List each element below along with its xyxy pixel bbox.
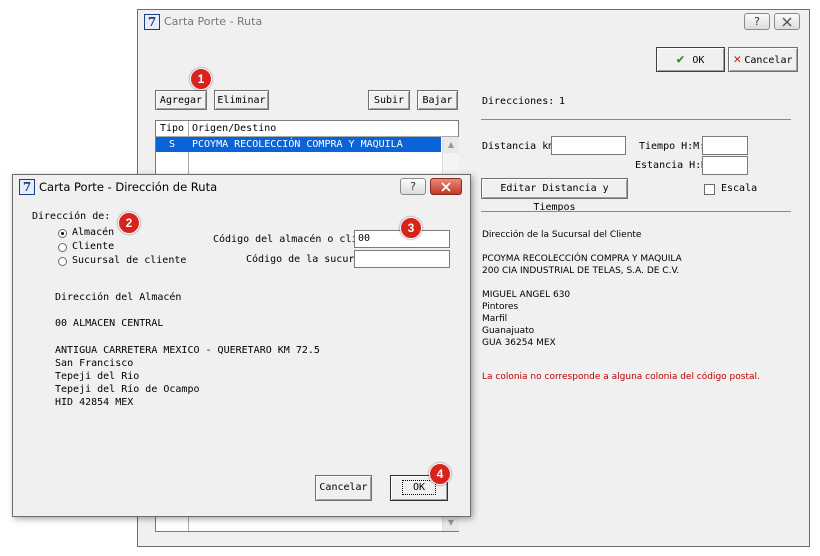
agregar-button[interactable]: Agregar — [155, 90, 207, 110]
direccion-de-label: Dirección de: — [32, 211, 111, 222]
colonia-warning: La colonia no corresponde a alguna colon… — [482, 372, 760, 382]
step-badge-4: 4 — [429, 463, 451, 485]
radio-cliente[interactable] — [58, 243, 67, 252]
table-header: Tipo Origen/Destino — [156, 121, 458, 137]
dialog-titlebar: 7 Carta Porte - Dirección de Ruta ? — [13, 175, 470, 197]
address-line: ANTIGUA CARRETERA MEXICO - QUERETARO KM … — [55, 345, 320, 356]
step-badge-1: 1 — [190, 68, 212, 90]
address-line: MIGUEL ANGEL 630 — [482, 290, 571, 300]
address-line: Pintores — [482, 302, 519, 312]
subir-button[interactable]: Subir — [368, 90, 410, 110]
radio-almacen[interactable] — [58, 229, 67, 238]
dialog-title: Carta Porte - Dirección de Ruta — [39, 180, 218, 194]
x-icon: ✕ — [733, 52, 742, 67]
escala-checkbox[interactable] — [704, 184, 715, 195]
address-line — [482, 277, 682, 289]
close-icon — [441, 182, 451, 192]
sucursal-address: PCOYMA RECOLECCIÓN COMPRA Y MAQUILA 200 … — [482, 253, 682, 349]
address-line: GUA 36254 MEX — [482, 338, 556, 348]
help-button[interactable]: ? — [744, 13, 770, 30]
tiempo-field[interactable] — [702, 136, 748, 155]
scroll-down-arrow-icon[interactable]: ▼ — [443, 515, 459, 531]
address-line: Tepeji del Rio — [55, 371, 140, 382]
bajar-button[interactable]: Bajar — [417, 90, 458, 110]
direcciones-label: Direcciones: — [482, 96, 555, 107]
address-heading: Dirección del Almacén — [55, 292, 182, 303]
row-tipo: S — [169, 139, 176, 150]
divider-2 — [481, 211, 791, 212]
radio-almacen-label: Almacén — [72, 227, 115, 238]
address-line: 200 CIA INDUSTRIAL DE TELAS, S.A. DE C.V… — [482, 266, 680, 276]
almacen-address: ANTIGUA CARRETERA MEXICO - QUERETARO KM … — [55, 344, 320, 409]
distancia-field[interactable] — [551, 136, 626, 155]
cancel-label: Cancelar — [744, 55, 793, 66]
app-icon: 7 — [19, 179, 35, 195]
distancia-label: Distancia km: — [482, 141, 561, 152]
editar-distancia-button[interactable]: Editar Distancia y Tiempos — [481, 178, 628, 213]
cancel-button[interactable]: ✕ Cancelar — [728, 47, 798, 72]
tiempo-label: Tiempo H:M: — [639, 141, 706, 152]
address-line: PCOYMA RECOLECCIÓN COMPRA Y MAQUILA — [482, 254, 682, 264]
row-origen: PCOYMA RECOLECCIÓN COMPRA Y MAQUILA — [192, 139, 403, 150]
dialog-cancelar-button[interactable]: Cancelar — [315, 475, 372, 501]
step-badge-2: 2 — [118, 212, 140, 234]
col-origen: Origen/Destino — [192, 123, 277, 134]
check-icon: ✔ — [676, 52, 685, 67]
close-icon — [782, 17, 792, 27]
address-line: Guanajuato — [482, 326, 535, 336]
col-tipo: Tipo — [160, 123, 185, 134]
address-line: HID 42854 MEX — [55, 397, 134, 408]
address-line: San Francisco — [55, 358, 134, 369]
dialog-help-button[interactable]: ? — [400, 178, 426, 195]
route-titlebar: 7 Carta Porte - Ruta ? — [138, 10, 809, 32]
sucursal-code-field[interactable] — [354, 250, 450, 268]
app-icon: 7 — [144, 14, 160, 30]
divider-1 — [481, 119, 791, 120]
eliminar-button[interactable]: Eliminar — [214, 90, 269, 110]
address-line: Marfil — [482, 314, 508, 324]
almacen-line: 00 ALMACEN CENTRAL — [55, 318, 164, 329]
direcciones-count: 1 — [559, 96, 566, 107]
close-button[interactable] — [774, 13, 800, 30]
scroll-up-arrow-icon[interactable]: ▲ — [443, 137, 459, 153]
dialog-close-button[interactable] — [430, 178, 462, 195]
step-badge-3: 3 — [400, 217, 422, 239]
radio-cliente-label: Cliente — [72, 241, 115, 252]
dialog-ok-label: OK — [401, 480, 437, 495]
sucursal-heading: Dirección de la Sucursal del Cliente — [482, 230, 642, 240]
address-line: Tepeji del Río de Ocampo — [55, 384, 200, 395]
radio-sucursal-label: Sucursal de cliente — [72, 255, 187, 266]
estancia-field[interactable] — [702, 156, 748, 175]
escala-label: Escala — [721, 183, 758, 194]
table-row[interactable]: S PCOYMA RECOLECCIÓN COMPRA Y MAQUILA — [156, 137, 441, 152]
ok-label: OK — [692, 55, 705, 66]
ok-button[interactable]: ✔ OK — [656, 47, 725, 72]
radio-sucursal[interactable] — [58, 257, 67, 266]
route-window-title: Carta Porte - Ruta — [164, 15, 263, 28]
